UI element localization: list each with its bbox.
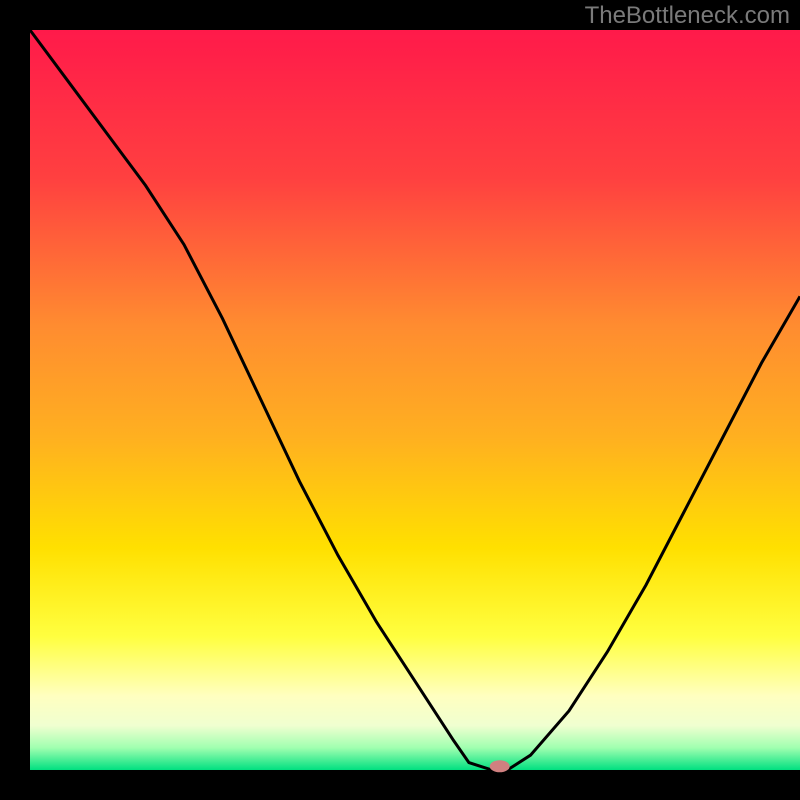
watermark-text: TheBottleneck.com <box>585 2 790 30</box>
plot-background <box>30 30 800 770</box>
chart-container: TheBottleneck.com <box>0 0 800 800</box>
bottleneck-chart <box>0 0 800 800</box>
optimal-marker <box>490 760 510 772</box>
